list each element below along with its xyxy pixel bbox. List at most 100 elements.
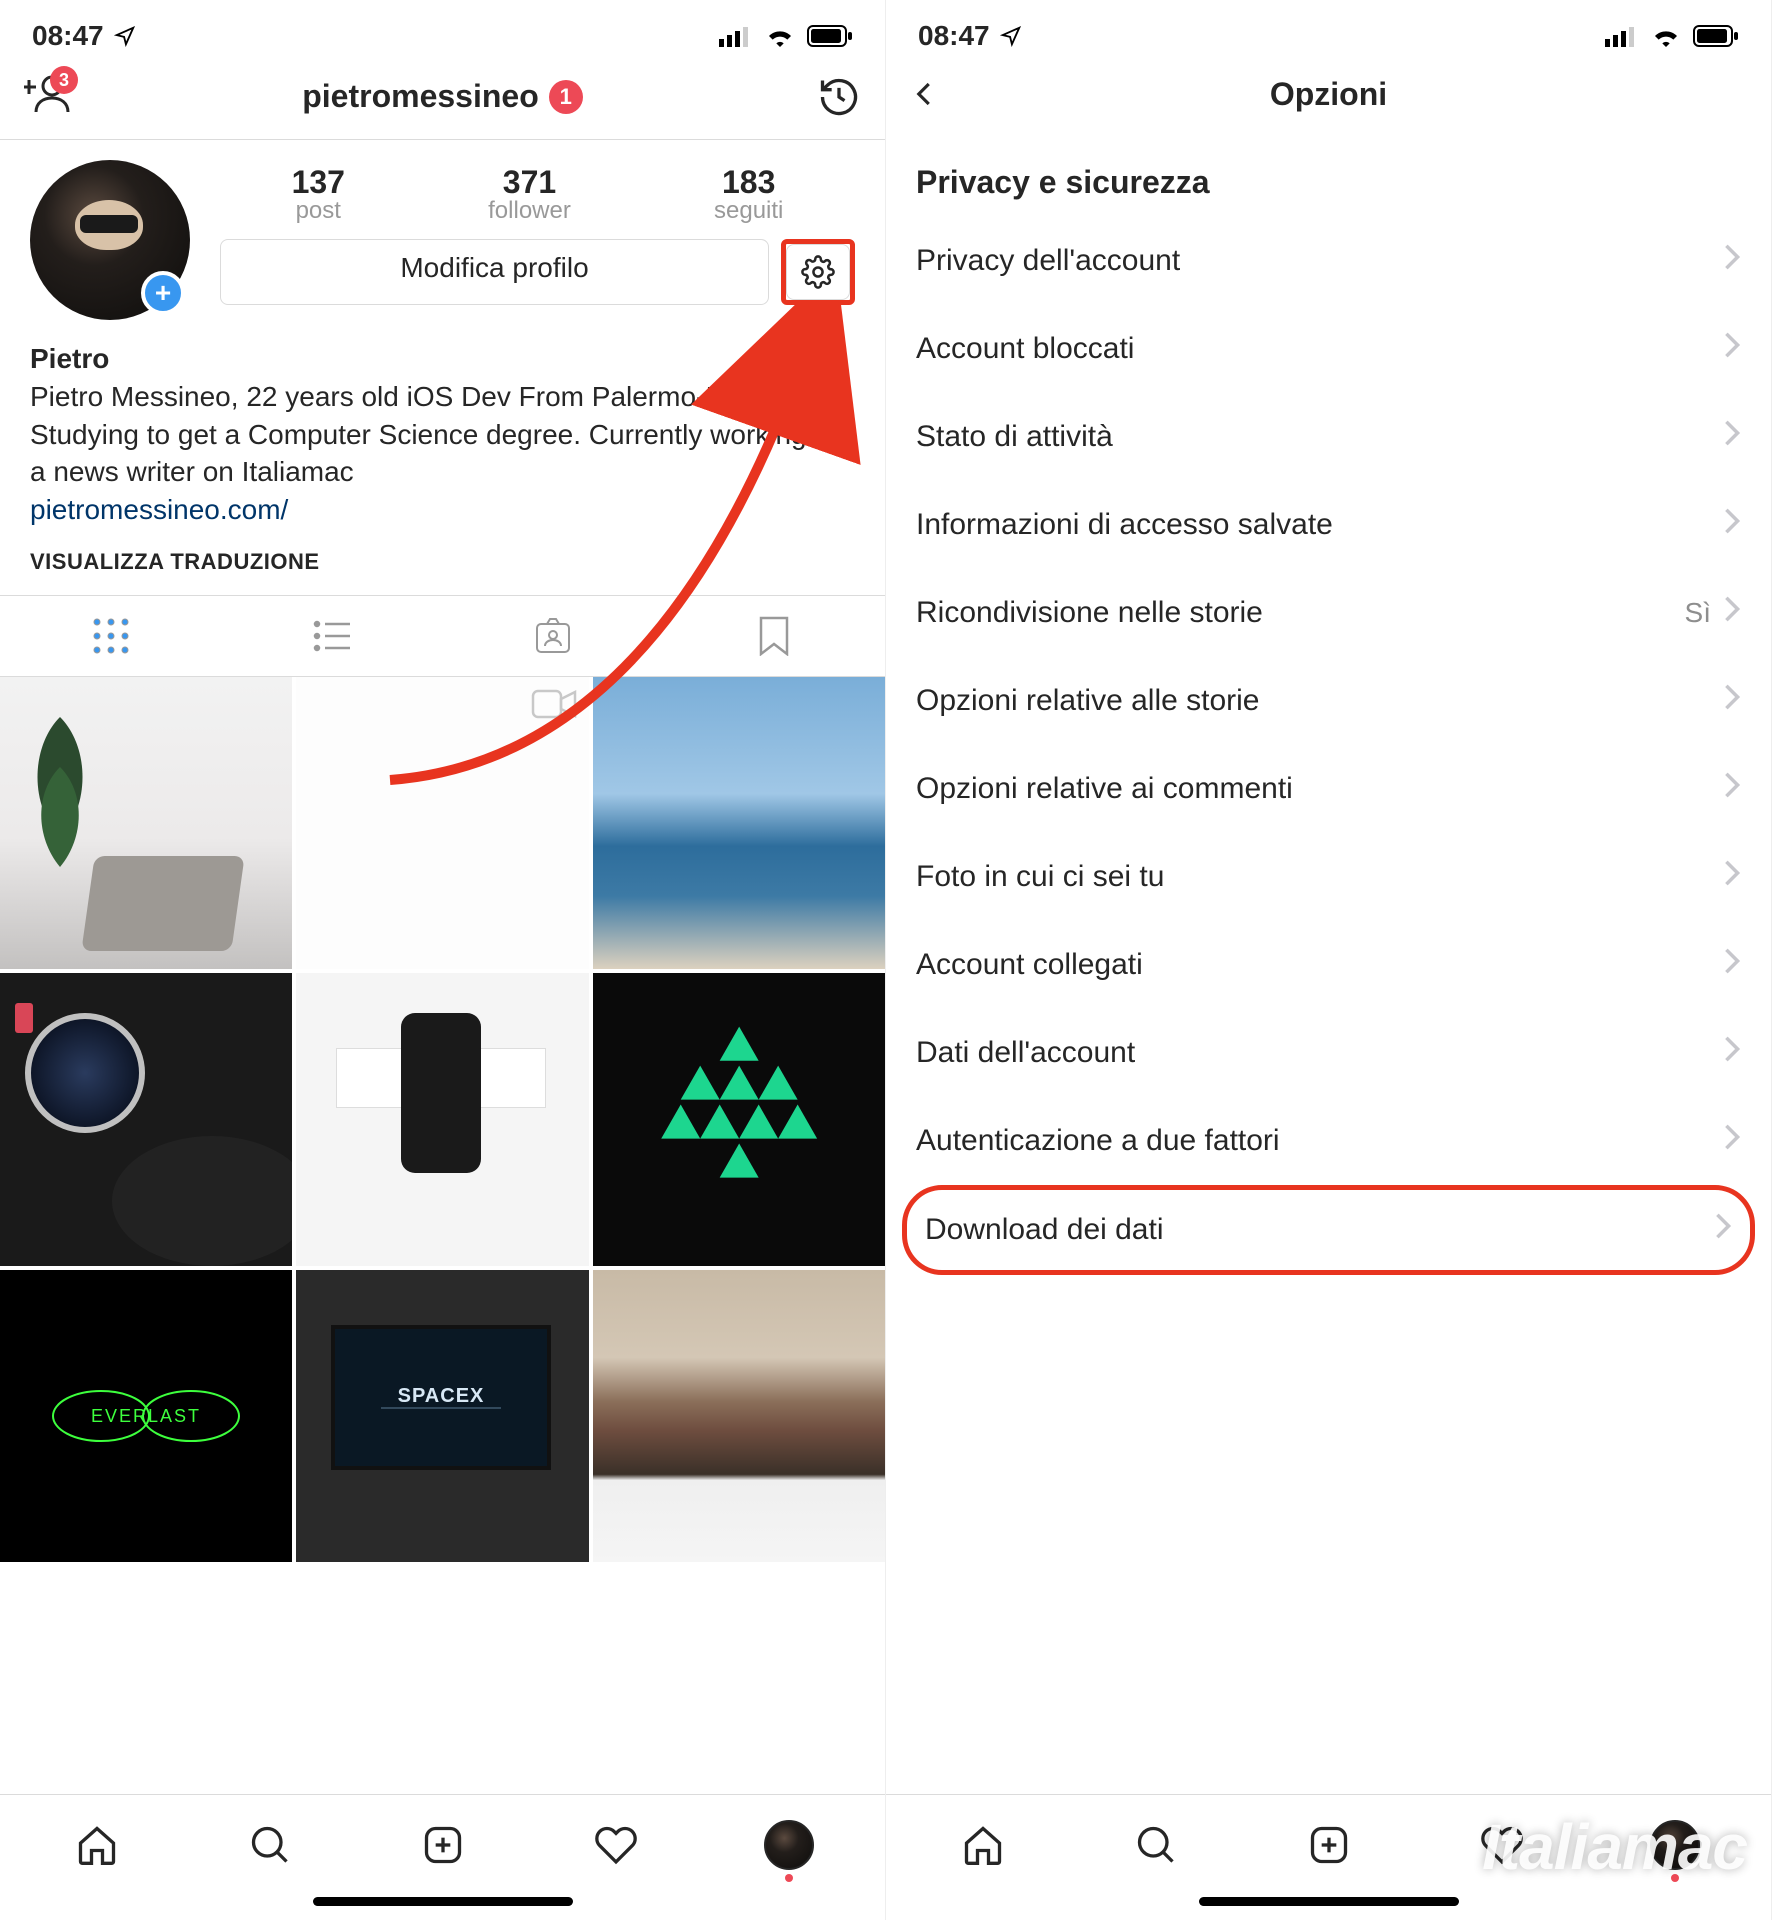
option-label: Opzioni relative alle storie (916, 684, 1260, 718)
option-label: Dati dell'account (916, 1036, 1135, 1070)
nav-create[interactable] (1299, 1815, 1359, 1875)
profile-username[interactable]: pietromessineo (302, 78, 539, 115)
post-thumbnail[interactable] (593, 677, 885, 969)
tab-tagged[interactable] (443, 596, 664, 676)
option-label: Foto in cui ci sei tu (916, 860, 1164, 894)
option-photos-of-you[interactable]: Foto in cui ci sei tu (886, 833, 1771, 921)
stat-posts[interactable]: 137 post (292, 164, 345, 225)
stat-followers[interactable]: 371 follower (488, 164, 571, 225)
watermark: Italiamac (1482, 1810, 1747, 1884)
option-linked-accounts[interactable]: Account collegati (886, 921, 1771, 1009)
post-thumbnail[interactable] (0, 677, 292, 969)
chevron-left-icon (910, 74, 940, 114)
status-bar: 08:47 (886, 0, 1771, 62)
gear-icon (801, 255, 835, 289)
download-data-highlight-annotation: Download dei dati (902, 1185, 1755, 1275)
chevron-right-icon (1723, 683, 1741, 719)
location-arrow-icon (1000, 25, 1022, 47)
profile-bio: Pietro Pietro Messineo, 22 years old iOS… (0, 330, 885, 549)
option-blocked-accounts[interactable]: Account bloccati (886, 305, 1771, 393)
home-indicator[interactable] (313, 1897, 573, 1906)
location-arrow-icon (114, 25, 136, 47)
wifi-icon (765, 25, 795, 47)
option-label: Privacy dell'account (916, 244, 1180, 278)
stat-following[interactable]: 183 seguiti (714, 164, 783, 225)
nav-profile[interactable] (759, 1815, 819, 1875)
option-download-data[interactable]: Download dei dati (907, 1190, 1750, 1270)
grid-icon (91, 616, 131, 656)
nav-search[interactable] (1126, 1815, 1186, 1875)
search-icon (1134, 1823, 1178, 1867)
archive-icon[interactable] (817, 75, 861, 119)
profile-stats: 137 post 371 follower 183 seguiti (220, 164, 855, 225)
option-saved-login-info[interactable]: Informazioni di accesso salvate (886, 481, 1771, 569)
bio-name: Pietro (30, 340, 855, 378)
tab-saved[interactable] (664, 596, 885, 676)
heart-icon (594, 1823, 638, 1867)
post-thumbnail[interactable] (593, 973, 885, 1265)
nav-create[interactable] (413, 1815, 473, 1875)
chevron-right-icon (1723, 947, 1741, 983)
video-overlay-icon (531, 689, 577, 724)
option-account-privacy[interactable]: Privacy dell'account (886, 217, 1771, 305)
posts-grid: EVERLAST SPACEX (0, 677, 885, 1562)
option-two-factor[interactable]: Autenticazione a due fattori (886, 1097, 1771, 1185)
option-story-options[interactable]: Opzioni relative alle storie (886, 657, 1771, 745)
home-indicator[interactable] (1199, 1897, 1459, 1906)
chevron-right-icon (1714, 1212, 1732, 1248)
profile-header: + 137 post 371 follower 183 seguiti Modi… (0, 140, 885, 330)
option-label: Stato di attività (916, 420, 1113, 454)
discover-people-button[interactable]: 3 (24, 74, 70, 119)
option-activity-status[interactable]: Stato di attività (886, 393, 1771, 481)
bio-link[interactable]: pietromessineo.com/ (30, 491, 855, 529)
option-label: Download dei dati (925, 1213, 1164, 1247)
battery-icon (1693, 25, 1739, 47)
chevron-right-icon (1723, 771, 1741, 807)
nav-activity[interactable] (586, 1815, 646, 1875)
svg-text:EVERLAST: EVERLAST (91, 1406, 201, 1426)
tab-list[interactable] (221, 596, 442, 676)
option-label: Autenticazione a due fattori (916, 1124, 1280, 1158)
profile-avatar[interactable]: + (30, 160, 190, 320)
plus-box-icon (1307, 1823, 1351, 1867)
settings-button[interactable] (786, 244, 850, 300)
options-screen: 08:47 Opzioni Privacy e sicurezza Privac… (886, 0, 1772, 1920)
edit-profile-button[interactable]: Modifica profilo (220, 239, 769, 305)
nav-home[interactable] (953, 1815, 1013, 1875)
nav-home[interactable] (67, 1815, 127, 1875)
option-story-resharing[interactable]: Ricondivisione nelle storie Sì (886, 569, 1771, 657)
back-button[interactable] (910, 74, 1000, 114)
bookmark-icon (757, 616, 791, 656)
option-label: Ricondivisione nelle storie (916, 596, 1263, 630)
svg-text:SPACEX: SPACEX (398, 1385, 485, 1407)
add-story-plus-icon[interactable]: + (141, 271, 185, 315)
battery-icon (807, 25, 853, 47)
chevron-right-icon (1723, 507, 1741, 543)
plus-box-icon (421, 1823, 465, 1867)
post-thumbnail[interactable] (0, 973, 292, 1265)
post-thumbnail[interactable] (296, 973, 588, 1265)
tab-grid[interactable] (0, 596, 221, 676)
option-comment-options[interactable]: Opzioni relative ai commenti (886, 745, 1771, 833)
chevron-right-icon (1723, 595, 1741, 631)
nav-avatar-icon (764, 1820, 814, 1870)
option-value: Sì (1685, 597, 1711, 629)
chevron-right-icon (1723, 419, 1741, 455)
home-icon (961, 1823, 1005, 1867)
post-thumbnail[interactable]: EVERLAST (0, 1270, 292, 1562)
chevron-right-icon (1723, 859, 1741, 895)
translate-button[interactable]: VISUALIZZA TRADUZIONE (0, 549, 885, 595)
profile-screen: 08:47 3 pietromessineo 1 + (0, 0, 886, 1920)
post-thumbnail[interactable] (296, 677, 588, 969)
options-top-nav: Opzioni (886, 62, 1771, 134)
cellular-icon (719, 25, 753, 47)
list-icon (312, 616, 352, 656)
search-icon (248, 1823, 292, 1867)
chevron-right-icon (1723, 1123, 1741, 1159)
nav-search[interactable] (240, 1815, 300, 1875)
post-thumbnail[interactable] (593, 1270, 885, 1562)
post-thumbnail[interactable]: SPACEX (296, 1270, 588, 1562)
option-account-data[interactable]: Dati dell'account (886, 1009, 1771, 1097)
status-bar: 08:47 (0, 0, 885, 62)
section-privacy-security: Privacy e sicurezza (886, 134, 1771, 217)
